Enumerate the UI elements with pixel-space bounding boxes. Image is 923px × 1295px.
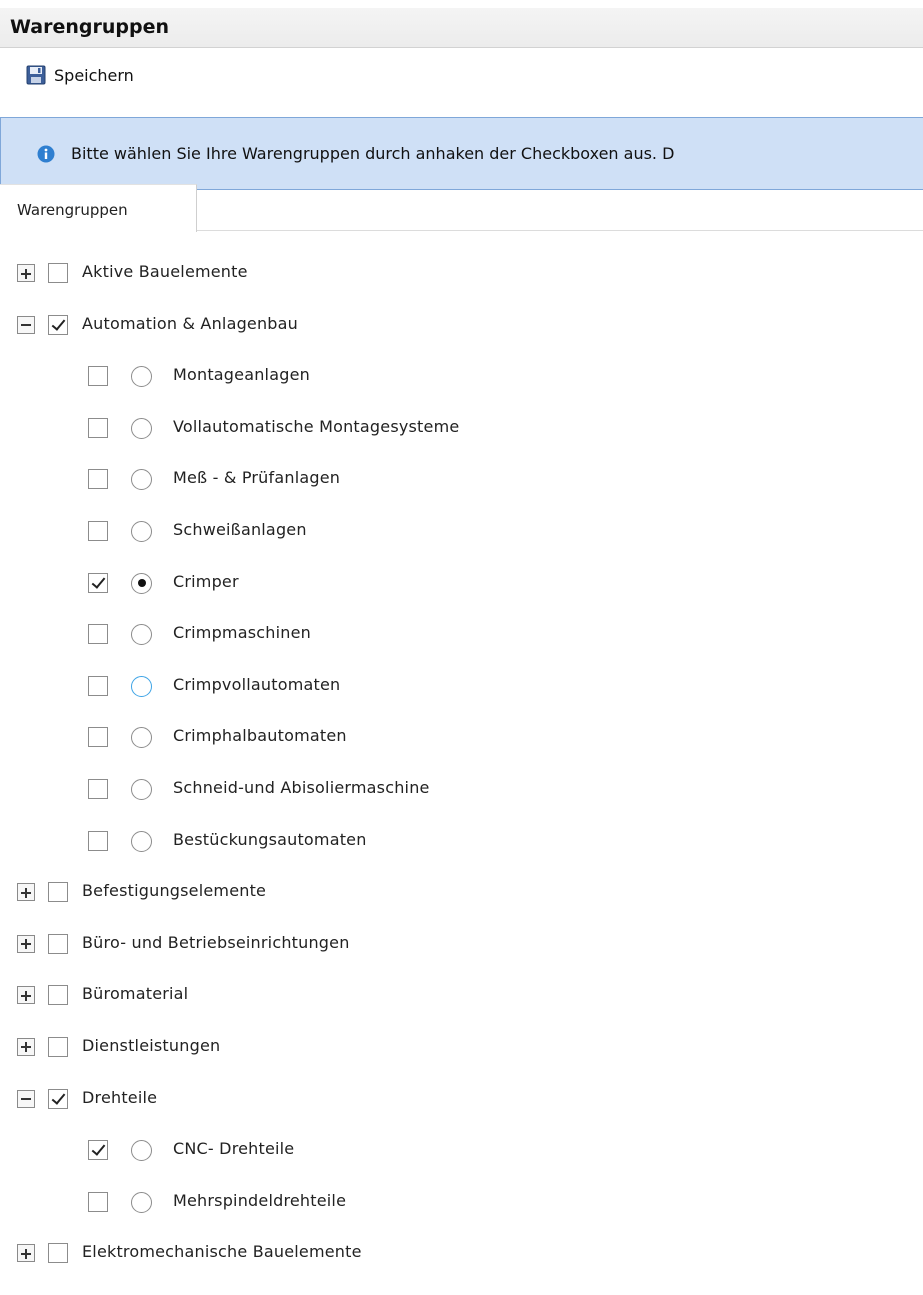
tree-group-buero-betriebseinrichtungen: Büro- und Betriebseinrichtungen [0, 932, 923, 986]
info-message: Bitte wählen Sie Ihre Warengruppen durch… [0, 117, 923, 190]
item-radio[interactable] [131, 469, 152, 491]
info-message-text: Bitte wählen Sie Ihre Warengruppen durch… [71, 144, 675, 163]
tree-item-crimphalbautomaten: Crimphalbautomaten [0, 726, 923, 779]
group-label: Dienstleistungen [82, 1035, 221, 1055]
item-checkbox[interactable] [88, 1191, 108, 1212]
group-label: Befestigungselemente [82, 881, 267, 901]
item-checkbox[interactable] [88, 1140, 108, 1161]
item-checkbox[interactable] [88, 624, 108, 645]
item-radio[interactable] [131, 675, 152, 697]
tree-item-crimpmaschinen: Crimpmaschinen [0, 623, 923, 676]
item-checkbox[interactable] [88, 366, 108, 387]
item-checkbox[interactable] [88, 572, 108, 593]
floppy-disk-icon [26, 65, 46, 85]
expand-icon[interactable] [17, 1244, 35, 1263]
tree-group-dienstleistungen: Dienstleistungen [0, 1035, 923, 1089]
group-checkbox[interactable] [48, 933, 68, 954]
item-radio[interactable] [131, 778, 152, 800]
group-checkbox[interactable] [48, 314, 68, 335]
group-checkbox[interactable] [48, 985, 68, 1006]
tree-item-mess-pruefanlagen: Meß - & Prüfanlagen [0, 468, 923, 521]
tree-group-elektromechanische-bauelemente: Elektromechanische Bauelemente [0, 1242, 923, 1295]
item-checkbox[interactable] [88, 417, 108, 438]
tree-item-mehrspindeldrehteile: Mehrspindeldrehteile [0, 1190, 923, 1244]
group-checkbox[interactable] [48, 1243, 68, 1264]
item-radio[interactable] [131, 624, 152, 646]
item-label: Bestückungsautomaten [173, 829, 367, 849]
info-icon [37, 145, 55, 162]
group-label: Büro- und Betriebseinrichtungen [82, 932, 350, 952]
collapse-icon[interactable] [17, 315, 35, 334]
item-label: Vollautomatische Montagesysteme [173, 416, 460, 436]
item-radio[interactable] [131, 520, 152, 542]
item-radio[interactable] [131, 572, 152, 594]
tree-group-drehteile: Drehteile [0, 1087, 923, 1141]
collapse-icon[interactable] [17, 1089, 35, 1108]
tree-item-montageanlagen: Montageanlagen [0, 365, 923, 418]
tree-group-bueromaterial: Büromaterial [0, 984, 923, 1037]
page-title: Warengruppen [0, 8, 923, 48]
item-label: Crimpmaschinen [173, 623, 311, 643]
group-label: Büromaterial [82, 984, 189, 1004]
group-checkbox[interactable] [48, 1036, 68, 1057]
item-radio[interactable] [131, 1191, 152, 1213]
expand-icon[interactable] [17, 264, 35, 282]
group-checkbox[interactable] [48, 1088, 68, 1109]
item-label: Meß - & Prüfanlagen [173, 468, 341, 488]
save-button[interactable]: Speichern [26, 62, 134, 88]
item-label: Crimper [173, 571, 239, 591]
tree-group-befestigungselemente: Befestigungselemente [0, 881, 923, 934]
tree-item-crimpvollautomaten: Crimpvollautomaten [0, 674, 923, 728]
category-tree: Aktive Bauelemente Automation & Anlagenb… [0, 262, 923, 1295]
tree-group-aktive-bauelemente: Aktive Bauelemente [0, 262, 923, 315]
item-radio[interactable] [131, 727, 152, 749]
item-radio[interactable] [131, 417, 152, 439]
group-checkbox[interactable] [48, 882, 68, 903]
item-checkbox[interactable] [88, 675, 108, 696]
tree-item-cnc-drehteile: CNC- Drehteile [0, 1139, 923, 1192]
group-label: Elektromechanische Bauelemente [82, 1242, 362, 1262]
expand-icon[interactable] [17, 986, 35, 1005]
item-label: Montageanlagen [173, 365, 310, 385]
item-label: Schneid-und Abisoliermaschine [173, 777, 430, 797]
tab-strip: Warengruppen [0, 184, 923, 232]
item-label: Mehrspindeldrehteile [173, 1190, 347, 1210]
item-label: Crimpvollautomaten [173, 674, 341, 694]
tab-warengruppen[interactable]: Warengruppen [0, 184, 197, 232]
tree-item-crimper: Crimper [0, 571, 923, 625]
item-checkbox[interactable] [88, 520, 108, 541]
tab-divider [197, 230, 923, 231]
item-checkbox[interactable] [88, 727, 108, 748]
tree-group-automation-anlagenbau: Automation & Anlagenbau [0, 313, 923, 367]
save-button-label: Speichern [54, 65, 134, 85]
item-radio[interactable] [131, 1140, 152, 1162]
tree-item-vollautomatische-montagesysteme: Vollautomatische Montagesysteme [0, 416, 923, 470]
tree-item-bestueckungsautomaten: Bestückungsautomaten [0, 829, 923, 883]
item-checkbox[interactable] [88, 469, 108, 490]
item-radio[interactable] [131, 366, 152, 388]
group-label: Drehteile [82, 1087, 158, 1107]
tree-item-schneid-und-abisoliermaschine: Schneid-und Abisoliermaschine [0, 777, 923, 831]
item-label: Crimphalbautomaten [173, 726, 347, 746]
tree-item-schweissanlagen: Schweißanlagen [0, 519, 923, 573]
expand-icon[interactable] [17, 934, 35, 953]
item-checkbox[interactable] [88, 830, 108, 851]
expand-icon[interactable] [17, 883, 35, 902]
group-checkbox[interactable] [48, 263, 68, 283]
item-label: Schweißanlagen [173, 519, 307, 539]
group-label: Automation & Anlagenbau [82, 313, 299, 333]
expand-icon[interactable] [17, 1037, 35, 1056]
item-radio[interactable] [131, 830, 152, 852]
item-label: CNC- Drehteile [173, 1139, 295, 1159]
group-label: Aktive Bauelemente [82, 262, 248, 281]
item-checkbox[interactable] [88, 778, 108, 799]
